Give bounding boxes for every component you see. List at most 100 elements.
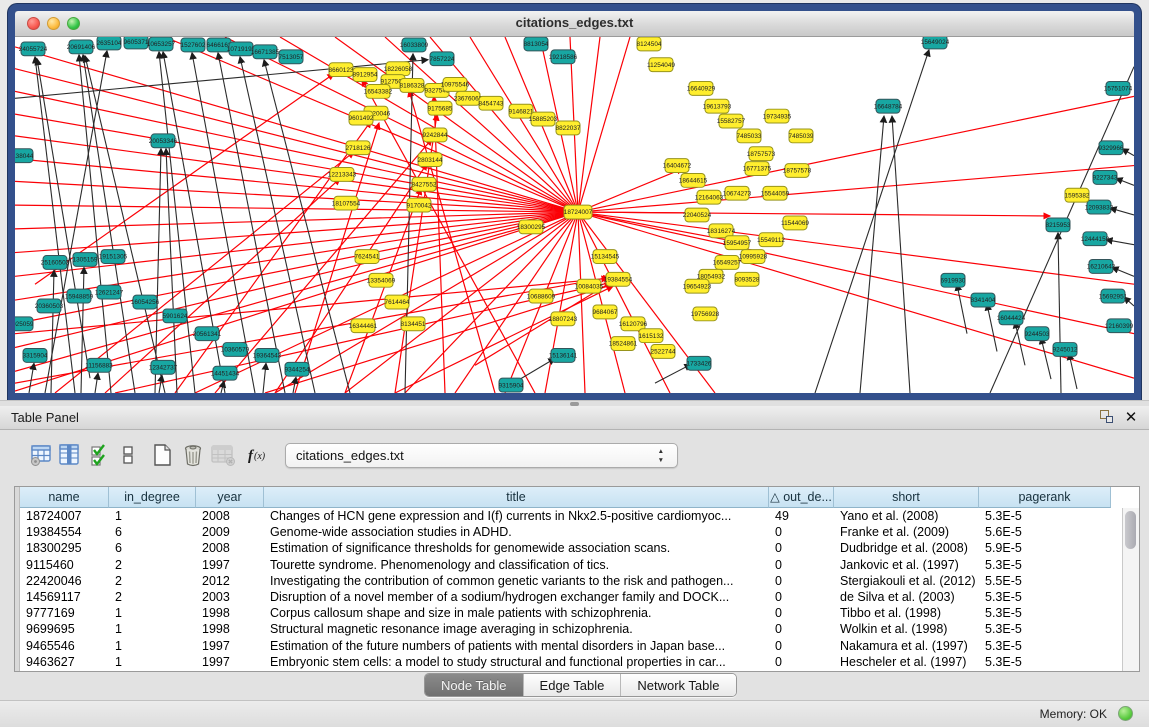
graph-node[interactable]: 19364543 [253,349,282,363]
graph-node[interactable]: 8341404 [971,293,996,307]
graph-node[interactable]: 16404672 [663,159,692,173]
graph-node[interactable]: 15948859 [65,289,94,303]
column-header-in_degree[interactable]: in_degree [109,487,196,508]
graph-node[interactable]: 15544059 [761,186,790,200]
graph-node[interactable]: 3315904 [23,349,48,363]
table-row[interactable]: 2242004622012Investigating the contribut… [20,573,1123,589]
select-all-columns-icon[interactable] [86,441,114,469]
graph-node[interactable]: 9244503 [1025,327,1050,341]
graph-node[interactable]: 1527602 [181,38,206,52]
graph-node[interactable]: 20691406 [67,40,96,54]
graph-node[interactable]: 18757573 [747,147,776,161]
graph-node[interactable]: 16344461 [349,319,378,333]
graph-node[interactable]: 7624541 [355,250,380,264]
graph-node[interactable]: 15582757 [717,114,746,128]
table-settings-icon[interactable] [27,441,55,469]
graph-node[interactable]: 9601492 [349,111,374,125]
graph-node[interactable]: 15136141 [549,349,578,363]
graph-node[interactable]: 5901624 [163,309,188,323]
graph-node[interactable]: 8660123 [329,63,354,77]
graph-node[interactable]: 25160503 [41,256,70,270]
graph-node[interactable]: 6919930 [941,273,966,287]
table-row[interactable]: 946362711997Embryonic stem cells: a mode… [20,654,1123,670]
show-columns-icon[interactable] [55,441,83,469]
tab-network-table[interactable]: Network Table [621,674,735,696]
graph-node[interactable]: 16033809 [400,38,429,52]
graph-node[interactable]: 19218586 [549,50,578,64]
graph-node[interactable]: 8093528 [735,272,760,286]
graph-node[interactable]: 19734935 [763,109,792,123]
graph-node[interactable]: 2718126 [346,141,371,155]
graph-node[interactable]: 8215953 [1046,218,1071,232]
graph-node[interactable]: 19613793 [703,99,732,113]
graph-node[interactable]: 12213343 [328,168,357,182]
graph-node[interactable]: 7857224 [430,52,455,66]
table-row[interactable]: 1872400712008Changes of HCN gene express… [20,508,1123,524]
column-header-title[interactable]: title [264,487,769,508]
graph-node[interactable]: 10674273 [723,186,752,200]
column-header-out_degree[interactable]: △ out_de... [769,487,834,508]
graph-node[interactable]: 9344254 [285,362,310,376]
graph-node[interactable]: 24055724 [19,42,48,56]
function-builder-icon[interactable]: f (x) [244,441,272,469]
graph-node[interactable]: 19151305 [99,250,128,264]
table-row[interactable]: 911546021997Tourette syndrome. Phenomeno… [20,557,1123,573]
graph-node[interactable]: 8813054 [524,37,549,51]
graph-node[interactable]: 16771375 [743,162,772,176]
graph-node[interactable]: 18644615 [679,173,708,187]
table-row[interactable]: 1830029562008Estimation of significance … [20,540,1123,556]
graph-node[interactable]: 9329966 [1099,141,1124,155]
graph-node[interactable]: 12444158 [1081,232,1110,246]
graph-node[interactable]: 14451434 [211,366,240,380]
table-row[interactable]: 969969511998Structural magnetic resonanc… [20,621,1123,637]
graph-node[interactable]: 9175685 [428,101,453,115]
graph-node[interactable]: 2635104 [97,37,122,50]
tab-edge-table[interactable]: Edge Table [524,674,622,696]
graph-node[interactable]: 16648784 [874,99,903,113]
table-row[interactable]: 1456911722003Disruption of a novel membe… [20,589,1123,605]
graph-node[interactable]: 15885203 [529,112,558,126]
graph-node[interactable]: 9138044 [15,149,34,163]
graph-node[interactable]: 18524861 [609,337,638,351]
graph-node[interactable]: 9170042 [407,198,432,212]
table-row[interactable]: 977716911998Corpus callosum shape and si… [20,605,1123,621]
graph-node[interactable]: 16671385 [251,45,280,59]
scrollbar-thumb[interactable] [1125,511,1136,549]
unselect-columns-icon[interactable] [114,441,142,469]
table-vertical-scrollbar[interactable] [1122,508,1139,671]
network-window-titlebar[interactable]: citations_edges.txt [15,11,1134,37]
tab-node-table[interactable]: Node Table [425,674,524,696]
graph-node[interactable]: 15692951 [1099,289,1128,303]
new-table-icon[interactable] [148,441,176,469]
graph-node[interactable]: 18226058 [384,62,413,76]
graph-node[interactable]: 11544069 [781,216,809,230]
graph-node[interactable]: 10975546 [441,78,470,92]
graph-node[interactable]: 2803144 [418,153,443,167]
graph-node[interactable]: 2522744 [651,345,676,359]
graph-node[interactable]: 8822037 [556,121,581,135]
graph-node[interactable]: 10360579 [221,343,250,357]
graph-node[interactable]: 19756928 [691,307,720,321]
graph-node[interactable]: 15751074 [1104,82,1133,96]
graph-node[interactable]: 9605371 [124,37,149,49]
graph-node[interactable]: 16543382 [364,84,393,98]
graph-node[interactable]: 11254049 [647,58,675,72]
graph-node[interactable]: 7614464 [385,295,410,309]
graph-node[interactable]: 18807243 [549,312,578,326]
table-selector-dropdown[interactable]: citations_edges.txt ▲▼ [285,443,678,468]
graph-node[interactable]: 9245012 [1053,343,1078,357]
graph-node[interactable]: 9684067 [593,305,618,319]
table-row[interactable]: 946554611997Estimation of the future num… [20,638,1123,654]
graph-node[interactable]: 16640929 [687,82,716,96]
graph-node[interactable]: 8186328 [400,79,425,93]
graph-node[interactable]: 7513057 [279,50,304,64]
graph-node[interactable]: 9242844 [423,128,448,142]
network-view-window[interactable]: citations_edges.txt 24055724 206914062635… [8,4,1141,400]
delete-rows-trash-icon[interactable] [179,441,207,469]
graph-node[interactable]: 12621247 [95,285,124,299]
graph-node[interactable]: 1595382 [1065,188,1090,202]
graph-node[interactable]: 18300295 [517,220,546,234]
graph-node[interactable]: 16549257 [713,256,742,270]
graph-node[interactable]: 9315904 [499,378,524,392]
graph-node[interactable]: 15134545 [591,250,620,264]
